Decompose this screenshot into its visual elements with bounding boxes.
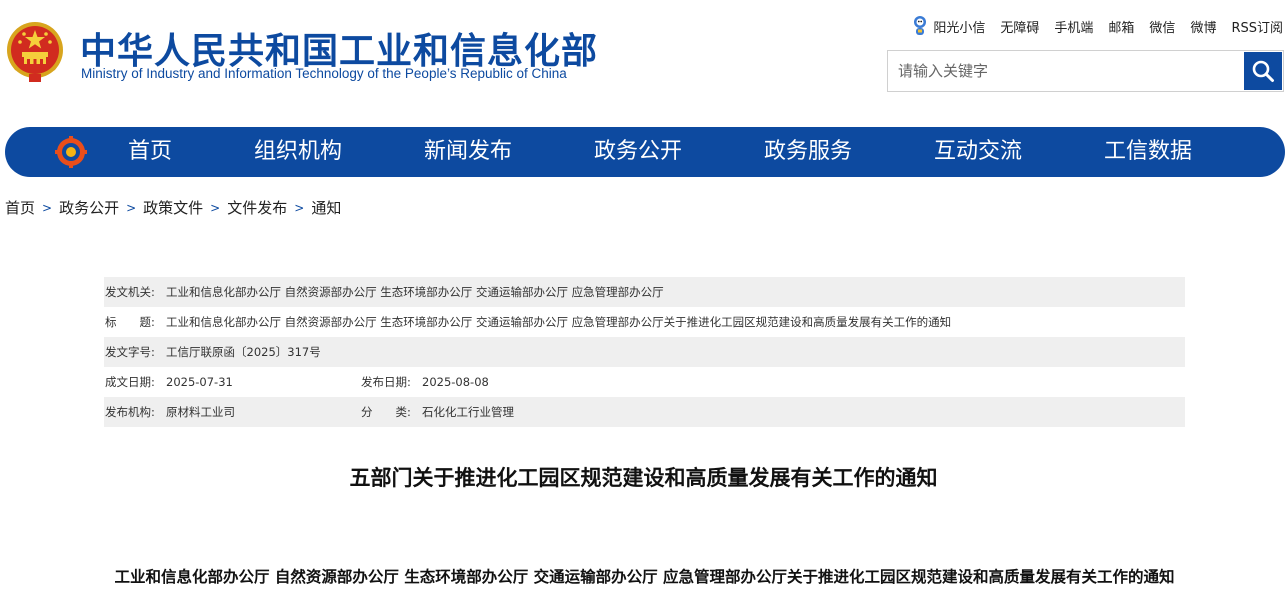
meta-cell-published: 发布日期: 2025-08-08	[360, 374, 489, 390]
link-email[interactable]: 邮箱	[1108, 17, 1134, 36]
link-sunshine-xiaoxin[interactable]: 阳光小信	[933, 17, 985, 36]
breadcrumb-separator: >	[210, 200, 221, 215]
meta-label: 发文字号:	[105, 345, 155, 359]
national-emblem-icon[interactable]	[5, 20, 65, 84]
meta-published-value: 2025-08-08	[422, 375, 489, 389]
nav-item-news[interactable]: 新闻发布	[424, 127, 512, 177]
breadcrumb-separator: >	[126, 200, 137, 215]
nav-item-data[interactable]: 工信数据	[1104, 127, 1192, 177]
document-subtitle: 工业和信息化部办公厅 自然资源部办公厅 生态环境部办公厅 交通运输部办公厅 应急…	[114, 567, 1175, 586]
meta-category-value: 石化化工行业管理	[422, 405, 514, 419]
meta-row-org-category: 发布机构: 原材料工业司 分 类: 石化化工行业管理	[104, 397, 1185, 427]
top-links-bar: 阳光小信 无障碍 手机端 邮箱 微信 微博 RSS订阅	[912, 14, 1283, 38]
meta-row-dates: 成文日期: 2025-07-31 发布日期: 2025-08-08	[104, 367, 1185, 397]
breadcrumb-document-release[interactable]: 文件发布	[227, 197, 287, 218]
meta-cell-created: 成文日期: 2025-07-31	[104, 374, 360, 390]
meta-org-value: 原材料工业司	[166, 405, 235, 419]
meta-label: 发布机构:	[105, 405, 155, 419]
meta-label: 发布日期:	[361, 375, 411, 389]
breadcrumb: 首页 > 政务公开 > 政策文件 > 文件发布 > 通知	[5, 197, 341, 218]
breadcrumb-policy-documents[interactable]: 政策文件	[143, 197, 203, 218]
breadcrumb-home[interactable]: 首页	[5, 197, 35, 218]
meta-label: 标 题:	[105, 315, 155, 329]
meta-cell-org: 发布机构: 原材料工业司	[104, 404, 360, 420]
nav-item-interaction[interactable]: 互动交流	[934, 127, 1022, 177]
nav-item-organization[interactable]: 组织机构	[254, 127, 342, 177]
miit-logo-icon[interactable]	[55, 136, 87, 168]
meta-cell-category: 分 类: 石化化工行业管理	[360, 404, 514, 420]
document-title: 五部门关于推进化工园区规范建设和高质量发展有关工作的通知	[349, 466, 938, 490]
search-icon	[1252, 60, 1274, 82]
sunshine-mascot-icon[interactable]	[912, 15, 928, 37]
breadcrumb-government-affairs[interactable]: 政务公开	[59, 197, 119, 218]
link-weibo[interactable]: 微博	[1190, 17, 1216, 36]
main-nav: 首页 组织机构 新闻发布 政务公开 政务服务 互动交流 工信数据	[5, 127, 1285, 177]
search-input[interactable]	[888, 51, 1244, 91]
meta-label: 发文机关:	[105, 285, 155, 299]
nav-item-government-affairs[interactable]: 政务公开	[594, 127, 682, 177]
meta-row-doc-number: 发文字号: 工信厅联原函〔2025〕317号	[104, 337, 1185, 367]
meta-label: 分 类:	[361, 405, 411, 419]
meta-label: 成文日期:	[105, 375, 155, 389]
link-mobile[interactable]: 手机端	[1054, 17, 1093, 36]
link-wechat[interactable]: 微信	[1149, 17, 1175, 36]
search-box	[887, 50, 1284, 92]
meta-row-issuer: 发文机关: 工业和信息化部办公厅 自然资源部办公厅 生态环境部办公厅 交通运输部…	[104, 277, 1185, 307]
link-rss[interactable]: RSS订阅	[1231, 17, 1283, 36]
breadcrumb-notice[interactable]: 通知	[311, 197, 341, 218]
nav-item-home[interactable]: 首页	[128, 127, 172, 177]
document-meta-table: 发文机关: 工业和信息化部办公厅 自然资源部办公厅 生态环境部办公厅 交通运输部…	[104, 277, 1185, 427]
site-title-english: Ministry of Industry and Information Tec…	[81, 66, 567, 81]
breadcrumb-separator: >	[294, 200, 305, 215]
nav-item-government-services[interactable]: 政务服务	[764, 127, 852, 177]
breadcrumb-separator: >	[42, 200, 53, 215]
search-button[interactable]	[1244, 52, 1282, 90]
meta-row-title: 标 题: 工业和信息化部办公厅 自然资源部办公厅 生态环境部办公厅 交通运输部办…	[104, 307, 1185, 337]
meta-doc-number-value: 工信厅联原函〔2025〕317号	[166, 345, 321, 359]
meta-issuer-value: 工业和信息化部办公厅 自然资源部办公厅 生态环境部办公厅 交通运输部办公厅 应急…	[166, 285, 664, 299]
link-accessibility[interactable]: 无障碍	[1000, 17, 1039, 36]
meta-created-value: 2025-07-31	[166, 375, 233, 389]
meta-title-value: 工业和信息化部办公厅 自然资源部办公厅 生态环境部办公厅 交通运输部办公厅 应急…	[166, 315, 952, 329]
